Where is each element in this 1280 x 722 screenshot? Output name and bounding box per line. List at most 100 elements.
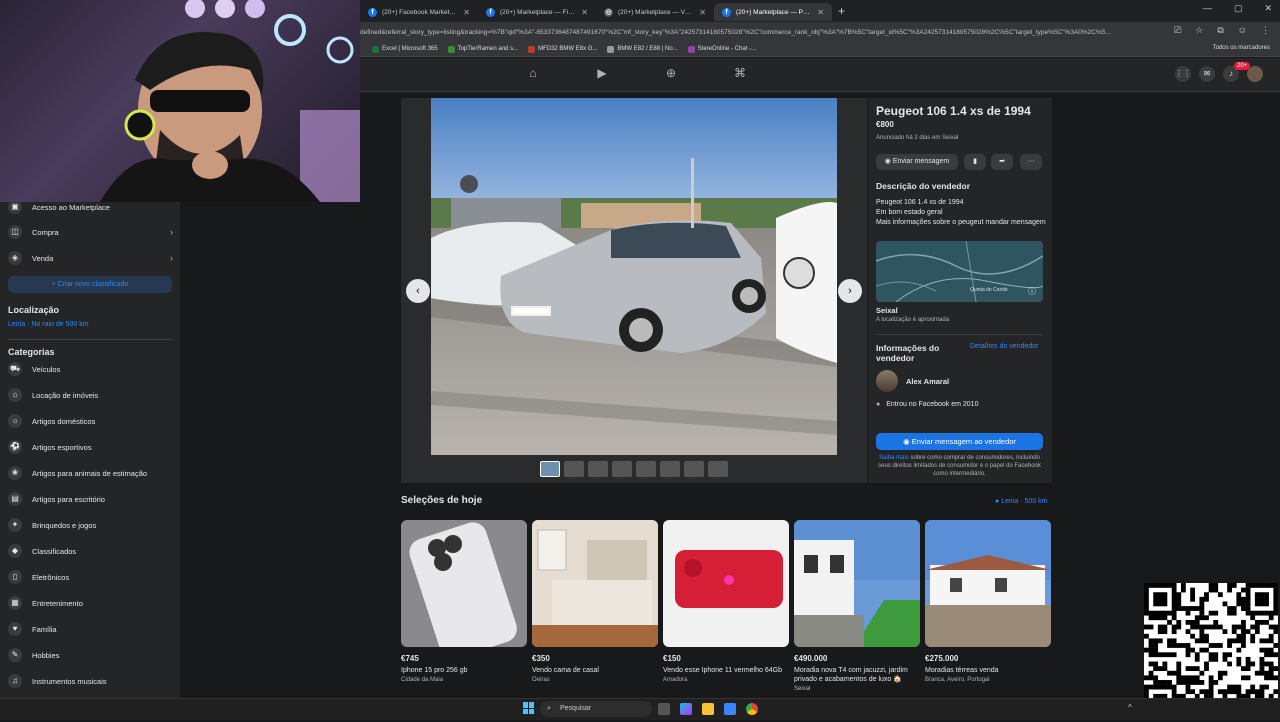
bookmark-mfd32[interactable]: MFD32 BMW E8x G... xyxy=(528,45,597,53)
product-card[interactable]: €150 Vendo esse Iphone 11 vermelho 64Gb … xyxy=(663,520,789,683)
tray-chevron-icon[interactable]: ^ xyxy=(1128,703,1132,712)
thumbnail[interactable] xyxy=(636,461,656,477)
category-toys[interactable]: ✦ Brinquedos e jogos xyxy=(8,518,173,532)
location-map[interactable]: Quinta do Conde ⓘ xyxy=(876,241,1043,302)
next-photo-button[interactable]: › xyxy=(838,279,862,303)
tab-4-active[interactable]: f(20+) Marketplace — Peugeot✕ xyxy=(714,3,832,21)
bookmark-icon xyxy=(607,45,615,53)
product-card[interactable]: €745 Iphone 15 pro 256 gb Cidade da Maia xyxy=(401,520,527,683)
copilot-icon[interactable] xyxy=(680,703,692,715)
category-vehicles[interactable]: ⛟ Veículos xyxy=(8,362,173,376)
task-view-icon[interactable] xyxy=(658,703,670,715)
category-family[interactable]: ♥ Família xyxy=(8,622,173,636)
messenger-icon[interactable]: ✉ xyxy=(1199,66,1215,82)
url-text[interactable]: defined&referral_story_type=listing&trac… xyxy=(360,29,1150,36)
seller-avatar[interactable] xyxy=(876,370,898,392)
save-button[interactable]: ▮ xyxy=(964,154,986,170)
webcam-person-image xyxy=(100,0,360,202)
tab-3[interactable]: ◎(20+) Marketplace — Vendo Vi✕ xyxy=(596,3,714,21)
category-pets[interactable]: ❀ Artigos para animais de estimação xyxy=(8,466,173,480)
messenger-icon: ◉ xyxy=(884,158,893,165)
bookmark-star-icon[interactable]: ☆ xyxy=(1195,25,1203,36)
category-entertainment[interactable]: ▦ Entretenimento xyxy=(8,596,173,610)
location-heading: Localização xyxy=(8,305,60,315)
seller-name[interactable]: Alex Amaral xyxy=(906,377,949,386)
close-window-icon[interactable]: ✕ xyxy=(1264,3,1272,14)
profile-icon[interactable]: ☺ xyxy=(1238,25,1247,36)
listing-photo[interactable] xyxy=(431,98,837,455)
store-icon[interactable] xyxy=(724,703,736,715)
category-music[interactable]: ♫ Instrumentos musicais xyxy=(8,674,173,688)
bookmark-excel[interactable]: Excel | Microsoft 365 xyxy=(372,45,438,53)
more-options-button[interactable]: ··· xyxy=(1020,154,1042,170)
category-electronics[interactable]: ▯ Eletrônicos xyxy=(8,570,173,584)
thumbnail[interactable] xyxy=(708,461,728,477)
chevron-right-icon: › xyxy=(170,227,173,237)
map-info-icon[interactable]: ⓘ xyxy=(1028,286,1036,297)
message-seller-button[interactable]: ◉ Enviar mensagem ao vendedor xyxy=(876,433,1043,450)
thumbnail[interactable] xyxy=(564,461,584,477)
bookmark-topTier[interactable]: TopTierRamen and s... xyxy=(447,45,518,53)
share-button[interactable]: ➦ xyxy=(991,154,1013,170)
facebook-icon: ◎ xyxy=(604,7,613,17)
file-explorer-icon[interactable] xyxy=(702,703,714,715)
extensions-icon[interactable]: ⧉ xyxy=(1217,25,1223,36)
all-bookmarks[interactable]: Todos os marcadores xyxy=(1213,45,1270,51)
chrome-icon[interactable] xyxy=(746,703,758,715)
home-icon[interactable]: ⌂ xyxy=(525,66,541,82)
bookmark-stereonline[interactable]: StereOnline - Chat -... xyxy=(687,45,756,53)
sidebar-item-marketplace-access[interactable]: ▣ Acesso ao Marketplace xyxy=(8,200,173,214)
product-card[interactable]: €490.000 Moradia nova T4 com jacuzzi, ja… xyxy=(794,520,920,692)
menu-grid-icon[interactable]: ⋮⋮ xyxy=(1175,66,1191,82)
listing-posted: Anunciado há 2 dias em Seixal xyxy=(876,135,959,141)
product-image xyxy=(532,520,658,647)
video-icon[interactable]: ▶ xyxy=(594,66,610,82)
category-office[interactable]: ▤ Artigos para escritório xyxy=(8,492,173,506)
create-listing-button[interactable]: + Criar novo classificado xyxy=(8,276,172,293)
selections-location[interactable]: ● Leiria · 500 km xyxy=(995,498,1047,505)
webcam-overlay xyxy=(0,0,360,202)
marketplace-nav-icon[interactable]: ⊕ xyxy=(663,66,679,82)
sidebar-item-venda[interactable]: ◈ Venda › xyxy=(8,251,173,265)
location-value[interactable]: Leiria · No raio de 500 km xyxy=(8,321,89,328)
location-city: Seixal xyxy=(876,306,898,315)
thumbnail[interactable] xyxy=(684,461,704,477)
sidebar-item-compra[interactable]: ◫ Compra › xyxy=(8,225,173,239)
car-photo-image xyxy=(431,98,837,455)
taskbar-search[interactable]: ⌕ Pesquisar xyxy=(540,701,652,717)
minimize-icon[interactable]: — xyxy=(1203,3,1212,14)
photo-thumbnails xyxy=(540,461,728,477)
close-tab-icon[interactable]: ✕ xyxy=(463,8,470,17)
thumbnail[interactable] xyxy=(588,461,608,477)
maximize-icon[interactable]: ▢ xyxy=(1234,3,1243,14)
previous-photo-button[interactable]: ‹ xyxy=(406,279,430,303)
send-message-button[interactable]: ◉ Enviar mensagem xyxy=(876,154,958,170)
category-hobbies[interactable]: ✎ Hobbies xyxy=(8,648,173,662)
tab-1[interactable]: f(20+) Facebook Marketplace |✕ xyxy=(360,3,478,21)
new-tab-button[interactable]: + xyxy=(838,4,845,18)
product-card[interactable]: €350 Vendo cama de casal Oeiras xyxy=(532,520,658,683)
seller-details-link[interactable]: Detalhes do vendedor xyxy=(970,343,1039,350)
close-tab-icon[interactable]: ✕ xyxy=(581,8,588,17)
bookmark-bmw[interactable]: BMW E82 / E88 | No... xyxy=(607,45,678,53)
thumbnail[interactable] xyxy=(612,461,632,477)
more-dots-icon: ··· xyxy=(1027,158,1035,165)
menu-dots-icon[interactable]: ⋮ xyxy=(1261,25,1270,36)
close-tab-icon[interactable]: ✕ xyxy=(817,8,824,17)
thumbnail[interactable] xyxy=(540,461,560,477)
category-classifieds[interactable]: ◆ Classificados xyxy=(8,544,173,558)
category-property-rental[interactable]: ⌂ Locação de imóveis xyxy=(8,388,173,402)
category-home-goods[interactable]: ☼ Artigos domésticos xyxy=(8,414,173,428)
windows-start-icon[interactable] xyxy=(523,702,535,714)
selections-heading: Seleções de hoje xyxy=(401,495,483,506)
profile-avatar[interactable] xyxy=(1247,66,1263,82)
thumbnail[interactable] xyxy=(660,461,680,477)
category-sports[interactable]: ⚽ Artigos esportivos xyxy=(8,440,173,454)
cast-icon[interactable]: ⎚ xyxy=(1174,25,1181,36)
product-card[interactable]: €275.000 Moradias térreas venda Branca, … xyxy=(925,520,1051,683)
qr-code-image xyxy=(1144,583,1279,718)
tab-2[interactable]: f(20+) Marketplace — Fiat Punt✕ xyxy=(478,3,596,21)
close-tab-icon[interactable]: ✕ xyxy=(699,8,706,17)
gaming-icon[interactable]: ⌘ xyxy=(732,66,748,82)
learn-more-link[interactable]: Saiba mais xyxy=(879,455,909,461)
